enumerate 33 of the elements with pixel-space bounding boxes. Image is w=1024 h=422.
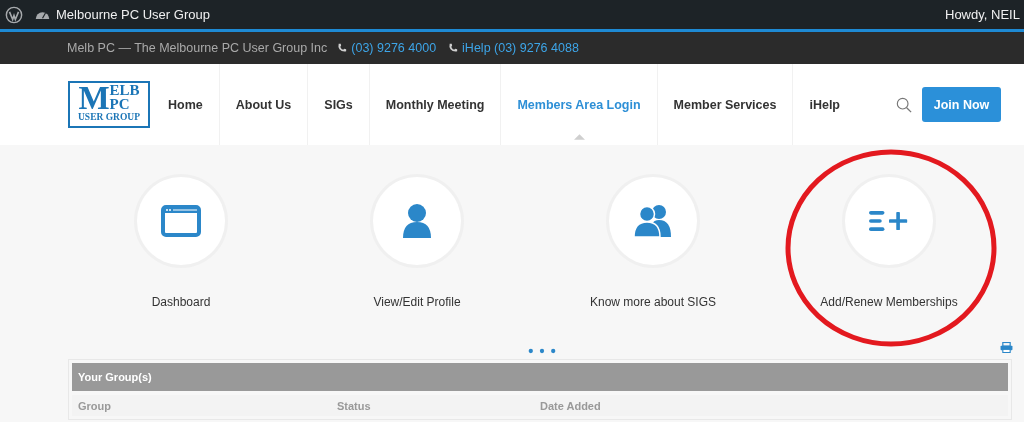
column-header: Date Added [539, 400, 602, 412]
phone-icon [448, 43, 459, 53]
user-greeting[interactable]: Howdy, NEIL [945, 7, 1020, 22]
nav-link[interactable]: Member Services [657, 64, 794, 145]
tile-label[interactable]: View/Edit Profile [373, 295, 461, 309]
nav-link[interactable]: About Us [219, 64, 309, 145]
dashboard-icon[interactable] [35, 9, 50, 20]
wordpress-icon[interactable] [5, 5, 23, 24]
nav-link[interactable]: Home [152, 64, 220, 145]
tile-label[interactable]: Know more about SIGS [589, 295, 717, 309]
active-pointer-icon [574, 134, 585, 140]
tile-circle[interactable] [137, 177, 225, 265]
phone-icon [337, 43, 348, 53]
nav-link[interactable]: SIGs [308, 64, 370, 145]
organisation-name: Melb PC — The Melbourne PC User Group Inc [67, 41, 328, 55]
tile-label[interactable]: Add/Renew Memberships [820, 295, 958, 309]
tile-circle[interactable] [609, 177, 697, 265]
tile-circle[interactable] [373, 177, 461, 265]
column-header: Group [77, 400, 112, 412]
column-header: Status [336, 400, 372, 412]
people-icon [633, 203, 673, 239]
nav-link[interactable]: iHelp [793, 64, 856, 145]
site-name-link[interactable]: Melbourne PC User Group [56, 7, 210, 22]
panel-title: Your Group(s) [72, 363, 1008, 391]
search-icon[interactable] [896, 96, 912, 113]
phone-link[interactable]: iHelp (03) 9276 4088 [462, 41, 579, 55]
browser-window-icon [161, 203, 201, 239]
tile-label[interactable]: Dashboard [151, 295, 211, 309]
nav-link[interactable]: Monthly Meeting [369, 64, 502, 145]
print-icon[interactable] [1000, 342, 1013, 353]
phone-link[interactable]: (03) 9276 4000 [351, 41, 437, 55]
ellipsis-icon[interactable] [528, 348, 556, 354]
tile-circle[interactable] [845, 177, 933, 265]
